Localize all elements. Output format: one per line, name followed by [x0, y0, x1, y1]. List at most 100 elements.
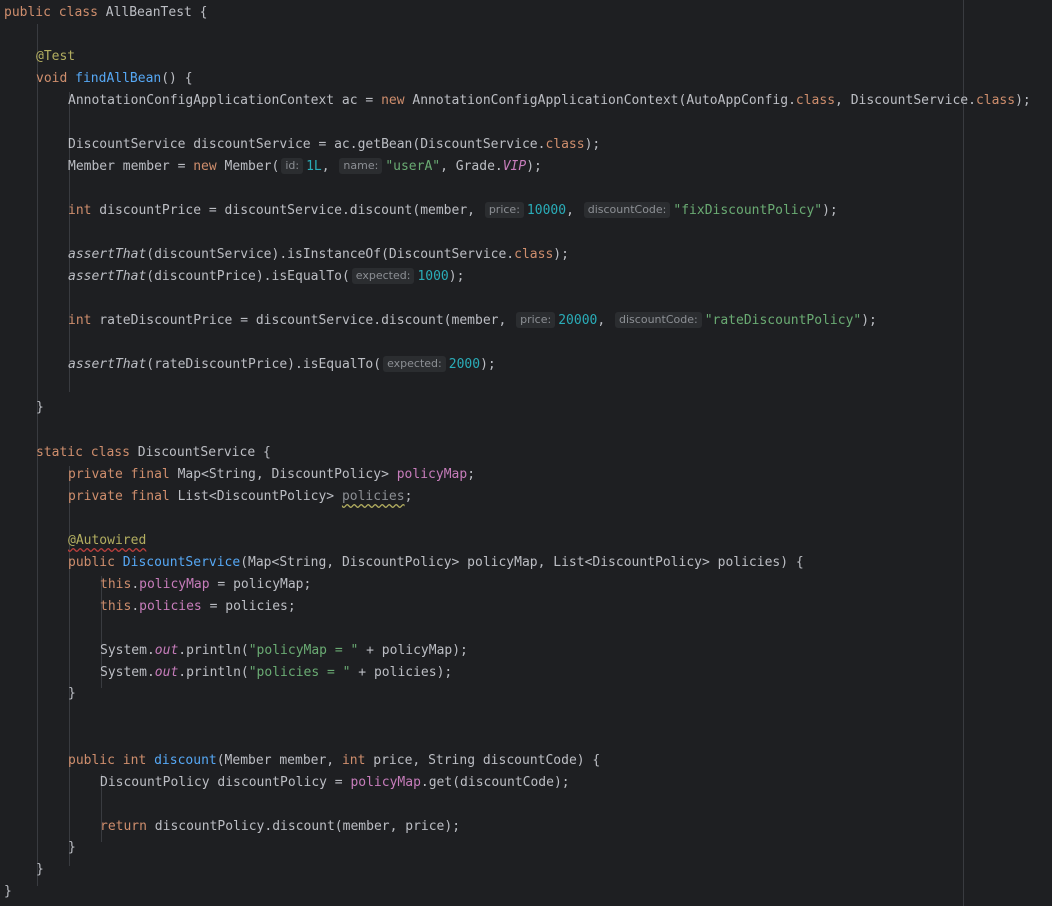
code-text: System.	[100, 665, 155, 680]
static-method: assertThat	[68, 357, 147, 372]
static-method: assertThat	[68, 269, 147, 284]
code-line[interactable]: public DiscountService(Map<String, Disco…	[68, 552, 804, 574]
code-text: AnnotationConfigApplicationContext ac =	[68, 93, 382, 108]
code-text: .println(	[178, 665, 249, 680]
code-line[interactable]: System.out.println("policies = " + polic…	[100, 662, 452, 684]
static-field: out	[154, 643, 179, 658]
code-line[interactable]: return discountPolicy.discount(member, p…	[100, 816, 460, 838]
code-text: );	[584, 137, 601, 152]
number-literal: 20000	[558, 313, 598, 328]
code-line[interactable]: int rateDiscountPrice = discountService.…	[68, 310, 877, 332]
keyword: this	[100, 577, 132, 592]
code-text: (Member member,	[216, 753, 342, 768]
code-line[interactable]: int discountPrice = discountService.disc…	[68, 200, 838, 222]
number-literal: 2000	[448, 357, 481, 372]
keyword: int	[68, 313, 92, 328]
code-line[interactable]: private final Map<String, DiscountPolicy…	[68, 464, 475, 486]
string-literal: "policyMap = "	[248, 643, 359, 658]
keyword: int	[341, 753, 366, 768]
annotation: @Autowired	[68, 533, 147, 548]
parameter-hint: id:	[281, 158, 304, 174]
code-text: rateDiscountPrice = discountService.disc…	[91, 313, 515, 328]
code-line[interactable]: }	[36, 397, 44, 419]
code-text: List<DiscountPolicy>	[169, 489, 342, 504]
code-text: price, String discountCode) {	[365, 753, 601, 768]
code-line[interactable]: @Test	[36, 46, 75, 68]
code-text: System.	[100, 643, 155, 658]
code-text: (discountService).isInstanceOf(DiscountS…	[146, 247, 515, 262]
code-line[interactable]: assertThat(discountPrice).isEqualTo(expe…	[68, 266, 464, 288]
code-text: ,	[321, 159, 338, 174]
string-literal: "fixDiscountPolicy"	[673, 203, 823, 218]
code-line[interactable]: void findAllBean() {	[36, 68, 193, 90]
keyword: class	[514, 247, 554, 262]
keyword: class	[795, 93, 836, 108]
brace: }	[68, 686, 76, 701]
code-text: );	[480, 357, 496, 372]
code-line[interactable]: public int discount(Member member, int p…	[68, 750, 600, 772]
code-line[interactable]: @Autowired	[68, 530, 146, 552]
class-name: AllBeanTest {	[105, 5, 208, 20]
code-line[interactable]: AnnotationConfigApplicationContext ac = …	[68, 90, 1031, 112]
code-line[interactable]: public class AllBeanTest {	[4, 2, 208, 24]
number-literal: 10000	[526, 203, 567, 218]
keyword: public	[68, 753, 115, 768]
static-method: assertThat	[68, 247, 147, 262]
right-margin-guide	[963, 0, 964, 906]
code-text: );	[822, 203, 838, 218]
keyword: public	[68, 555, 115, 570]
code-text: );	[448, 269, 465, 284]
keyword: new	[193, 159, 217, 174]
code-line[interactable]: private final List<DiscountPolicy> polic…	[68, 486, 412, 508]
code-text: );	[553, 247, 569, 262]
code-text: DiscountService discountService = ac.get…	[68, 137, 546, 152]
code-text: , DiscountService.	[835, 93, 976, 108]
code-text: , Grade.	[440, 159, 503, 174]
code-line[interactable]: Member member = new Member(id: 1L, name: "…	[68, 156, 542, 178]
code-line[interactable]: }	[68, 837, 76, 859]
code-text: Map<String, DiscountPolicy>	[169, 467, 397, 482]
code-text: ,	[597, 313, 614, 328]
code-line[interactable]: }	[4, 881, 12, 903]
string-literal: "rateDiscountPolicy"	[704, 313, 862, 328]
code-line[interactable]: DiscountPolicy discountPolicy = policyMa…	[100, 772, 570, 794]
code-text: .println(	[178, 643, 249, 658]
indent-guide	[69, 466, 70, 866]
constructor-name: DiscountService	[122, 555, 241, 570]
keyword: private final	[68, 489, 170, 504]
field-name: policies	[139, 599, 202, 614]
keyword: int	[122, 753, 147, 768]
code-text: );	[861, 313, 877, 328]
code-line[interactable]: assertThat(discountService).isInstanceOf…	[68, 244, 569, 266]
annotation: @Test	[36, 49, 76, 64]
brace: }	[4, 884, 12, 899]
code-line[interactable]: System.out.println("policyMap = " + poli…	[100, 640, 468, 662]
keyword: new	[381, 93, 405, 108]
code-text: discountPrice = discountService.discount…	[91, 203, 483, 218]
code-text: AnnotationConfigApplicationContext(AutoA…	[404, 93, 796, 108]
code-text: (discountPrice).isEqualTo(	[146, 269, 350, 284]
keyword: public class	[4, 5, 98, 20]
code-line[interactable]: this.policyMap = policyMap;	[100, 574, 311, 596]
code-text: () {	[161, 71, 193, 86]
code-editor[interactable]: public class AllBeanTest { @Test void fi…	[0, 0, 1052, 906]
code-line[interactable]: static class DiscountService {	[36, 442, 271, 464]
code-line[interactable]: this.policies = policies;	[100, 596, 296, 618]
code-line[interactable]: assertThat(rateDiscountPrice).isEqualTo(…	[68, 354, 496, 376]
code-text: Member(	[216, 159, 280, 174]
class-name: DiscountService {	[129, 445, 271, 460]
code-line[interactable]: }	[36, 859, 44, 881]
code-line[interactable]: }	[68, 683, 76, 705]
string-literal: "userA"	[385, 159, 441, 174]
parameter-hint: price:	[516, 312, 556, 328]
keyword: void	[36, 71, 68, 86]
parameter-hint: expected:	[351, 268, 415, 284]
parameter-hint: price:	[484, 202, 524, 218]
parameter-hint: name:	[339, 158, 383, 174]
parameter-hint: discountCode:	[615, 312, 702, 328]
parameter-hint: discountCode:	[583, 202, 671, 218]
field-name: policyMap	[396, 467, 468, 482]
code-line[interactable]: DiscountService discountService = ac.get…	[68, 134, 600, 156]
code-text: .	[131, 599, 140, 614]
code-text: + policyMap);	[358, 643, 468, 658]
